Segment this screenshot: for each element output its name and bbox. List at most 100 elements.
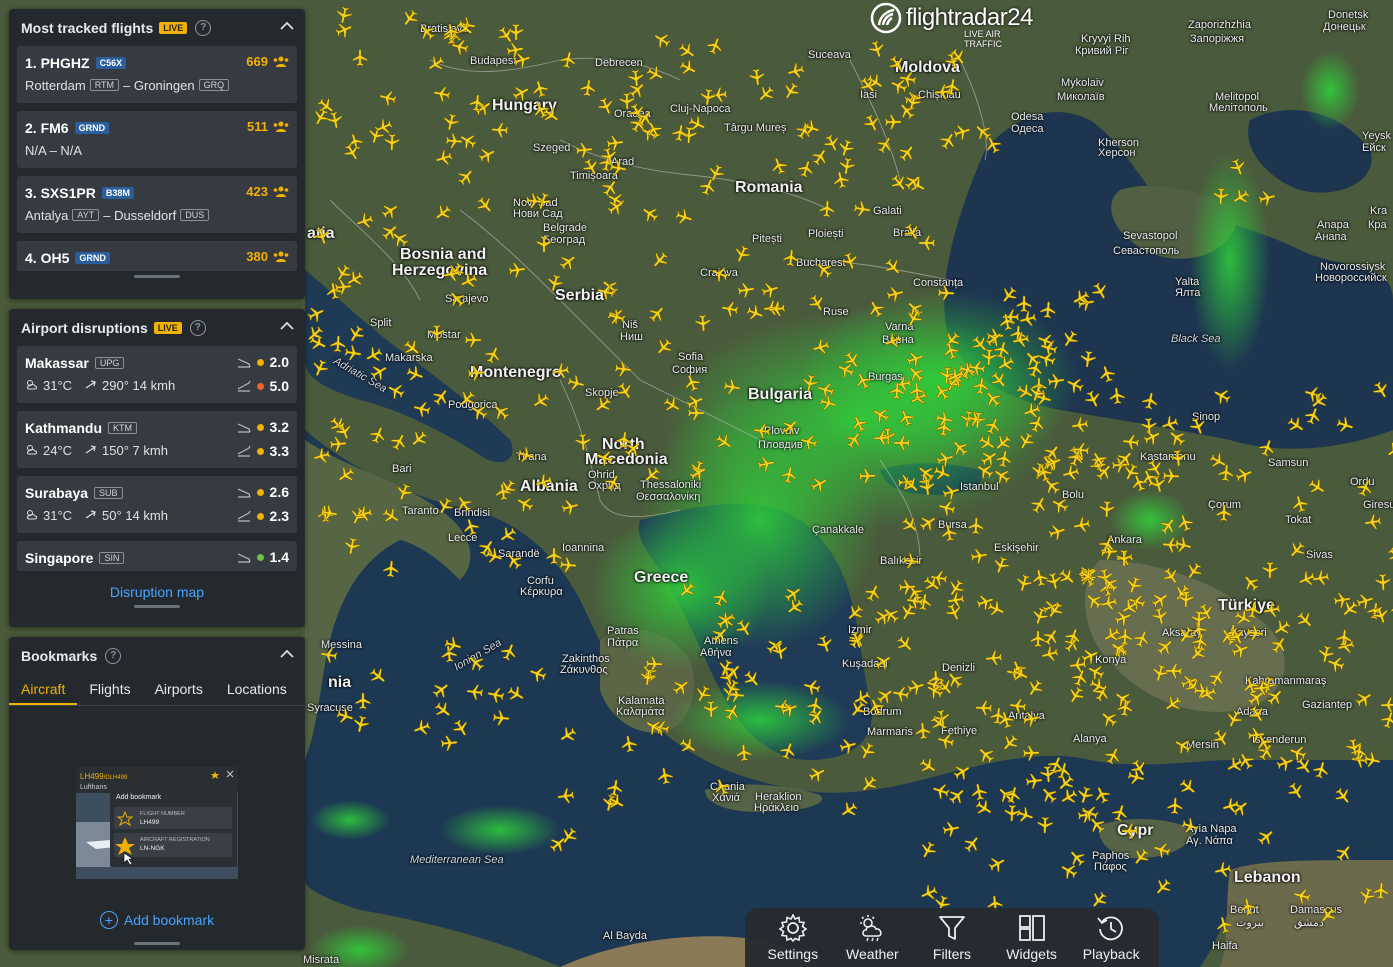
aircraft-icon[interactable]: [558, 555, 578, 575]
bookmarks-header[interactable]: Bookmarks ?: [9, 637, 305, 674]
aircraft-icon[interactable]: [1070, 415, 1091, 436]
aircraft-icon[interactable]: [747, 67, 767, 87]
aircraft-icon[interactable]: [698, 87, 718, 107]
aircraft-icon[interactable]: [411, 398, 433, 420]
aircraft-icon[interactable]: [351, 49, 369, 67]
aircraft-icon[interactable]: [432, 84, 453, 105]
disruption-map-link[interactable]: Disruption map: [9, 579, 305, 605]
airport-disruption-card[interactable]: Makassar UPG 2.0 31°C 290° 14 kmh 5.0: [17, 346, 297, 403]
aircraft-icon[interactable]: [1107, 386, 1127, 406]
aircraft-icon[interactable]: [1212, 859, 1234, 881]
aircraft-icon[interactable]: [898, 577, 917, 596]
aircraft-icon[interactable]: [1021, 708, 1042, 729]
aircraft-icon[interactable]: [1161, 466, 1180, 485]
aircraft-icon[interactable]: [535, 235, 553, 253]
aircraft-icon[interactable]: [907, 381, 927, 401]
settings-button[interactable]: Settings: [756, 913, 830, 962]
tracked-flight-card[interactable]: 4. OH5 GRND 380: [17, 241, 297, 271]
aircraft-icon[interactable]: [852, 199, 873, 220]
aircraft-icon[interactable]: [1098, 499, 1117, 518]
aircraft-icon[interactable]: [491, 708, 511, 728]
aircraft-icon[interactable]: [1334, 628, 1354, 648]
aircraft-icon[interactable]: [735, 743, 755, 763]
filters-button[interactable]: Filters: [915, 914, 989, 962]
aircraft-icon[interactable]: [618, 734, 639, 755]
aircraft-icon[interactable]: [1374, 573, 1393, 592]
aircraft-icon[interactable]: [492, 482, 512, 502]
tracked-flight-card[interactable]: 2. FM6 GRND 511 N/A – N/A: [17, 111, 297, 168]
aircraft-icon[interactable]: [573, 433, 592, 452]
playback-button[interactable]: Playback: [1074, 914, 1148, 962]
aircraft-icon[interactable]: [467, 93, 487, 113]
aircraft-icon[interactable]: [918, 234, 936, 252]
chevron-up-icon[interactable]: [280, 21, 294, 31]
aircraft-icon[interactable]: [752, 421, 772, 441]
aircraft-icon[interactable]: [857, 467, 876, 486]
tracked-flight-card[interactable]: 3. SXS1PR B38M 423 Antalya AYT – Dusseldorf…: [17, 176, 297, 233]
aircraft-icon[interactable]: [782, 248, 802, 268]
aircraft-icon[interactable]: [767, 299, 787, 319]
aircraft-icon[interactable]: [1139, 416, 1158, 435]
aircraft-icon[interactable]: [1363, 512, 1384, 533]
aircraft-icon[interactable]: [1215, 504, 1234, 523]
aircraft-icon[interactable]: [1024, 771, 1044, 791]
aircraft-icon[interactable]: [441, 21, 462, 42]
aircraft-icon[interactable]: [324, 109, 345, 130]
aircraft-icon[interactable]: [702, 699, 721, 718]
aircraft-icon[interactable]: [354, 692, 372, 710]
disruptions-header[interactable]: Airport disruptions LIVE ?: [9, 309, 305, 346]
most-tracked-header[interactable]: Most tracked flights LIVE ?: [9, 9, 305, 46]
tracked-flight-card[interactable]: 1. PHGHZ C56X 669 Rotterdam RTM – Groningen…: [17, 46, 297, 103]
help-icon[interactable]: ?: [105, 647, 122, 664]
aircraft-icon[interactable]: [442, 263, 463, 284]
aircraft-icon[interactable]: [465, 682, 485, 702]
aircraft-icon[interactable]: [941, 818, 962, 839]
aircraft-icon[interactable]: [524, 191, 544, 211]
aircraft-icon[interactable]: [1245, 623, 1265, 643]
aircraft-icon[interactable]: [736, 279, 757, 300]
aircraft-icon[interactable]: [1332, 590, 1353, 611]
aircraft-icon[interactable]: [1078, 349, 1098, 369]
aircraft-icon[interactable]: [319, 503, 340, 524]
aircraft-icon[interactable]: [556, 785, 576, 805]
help-icon[interactable]: ?: [189, 319, 206, 336]
scroll-handle[interactable]: [134, 942, 180, 945]
aircraft-icon[interactable]: [342, 342, 363, 363]
airport-disruption-card[interactable]: Singapore SIN 1.4: [17, 541, 297, 571]
aircraft-icon[interactable]: [1116, 698, 1136, 718]
aircraft-icon[interactable]: [613, 359, 633, 379]
aircraft-icon[interactable]: [893, 434, 911, 452]
aircraft-icon[interactable]: [1169, 448, 1189, 468]
scroll-handle[interactable]: [134, 605, 180, 608]
aircraft-icon[interactable]: [1315, 643, 1336, 664]
aircraft-icon[interactable]: [984, 648, 1004, 668]
aircraft-icon[interactable]: [1038, 300, 1058, 320]
tab-airports[interactable]: Airports: [143, 674, 215, 705]
aircraft-icon[interactable]: [968, 782, 989, 803]
airport-disruption-card[interactable]: Surabaya SUB 2.6 31°C 50° 14 kmh 2.3: [17, 476, 297, 533]
aircraft-icon[interactable]: [1002, 804, 1021, 823]
aircraft-icon[interactable]: [1115, 549, 1133, 567]
aircraft-icon[interactable]: [1010, 329, 1031, 350]
aircraft-icon[interactable]: [937, 283, 956, 302]
aircraft-icon[interactable]: [490, 120, 509, 139]
aircraft-icon[interactable]: [1121, 822, 1139, 840]
tab-flights[interactable]: Flights: [77, 674, 142, 705]
aircraft-icon[interactable]: [891, 683, 912, 704]
aircraft-icon[interactable]: [888, 381, 907, 400]
aircraft-icon[interactable]: [1165, 797, 1184, 816]
aircraft-icon[interactable]: [966, 357, 987, 378]
aircraft-icon[interactable]: [933, 408, 955, 430]
aircraft-icon[interactable]: [770, 640, 791, 661]
tab-locations[interactable]: Locations: [215, 674, 299, 705]
aircraft-icon[interactable]: [693, 314, 713, 334]
aircraft-icon[interactable]: [719, 298, 740, 319]
aircraft-icon[interactable]: [756, 453, 777, 474]
aircraft-icon[interactable]: [1261, 561, 1279, 579]
widgets-button[interactable]: Widgets: [995, 914, 1069, 962]
aircraft-icon[interactable]: [319, 645, 340, 666]
aircraft-icon[interactable]: [939, 523, 960, 544]
aircraft-icon[interactable]: [1211, 186, 1230, 205]
aircraft-icon[interactable]: [618, 91, 637, 110]
aircraft-icon[interactable]: [1139, 390, 1160, 411]
